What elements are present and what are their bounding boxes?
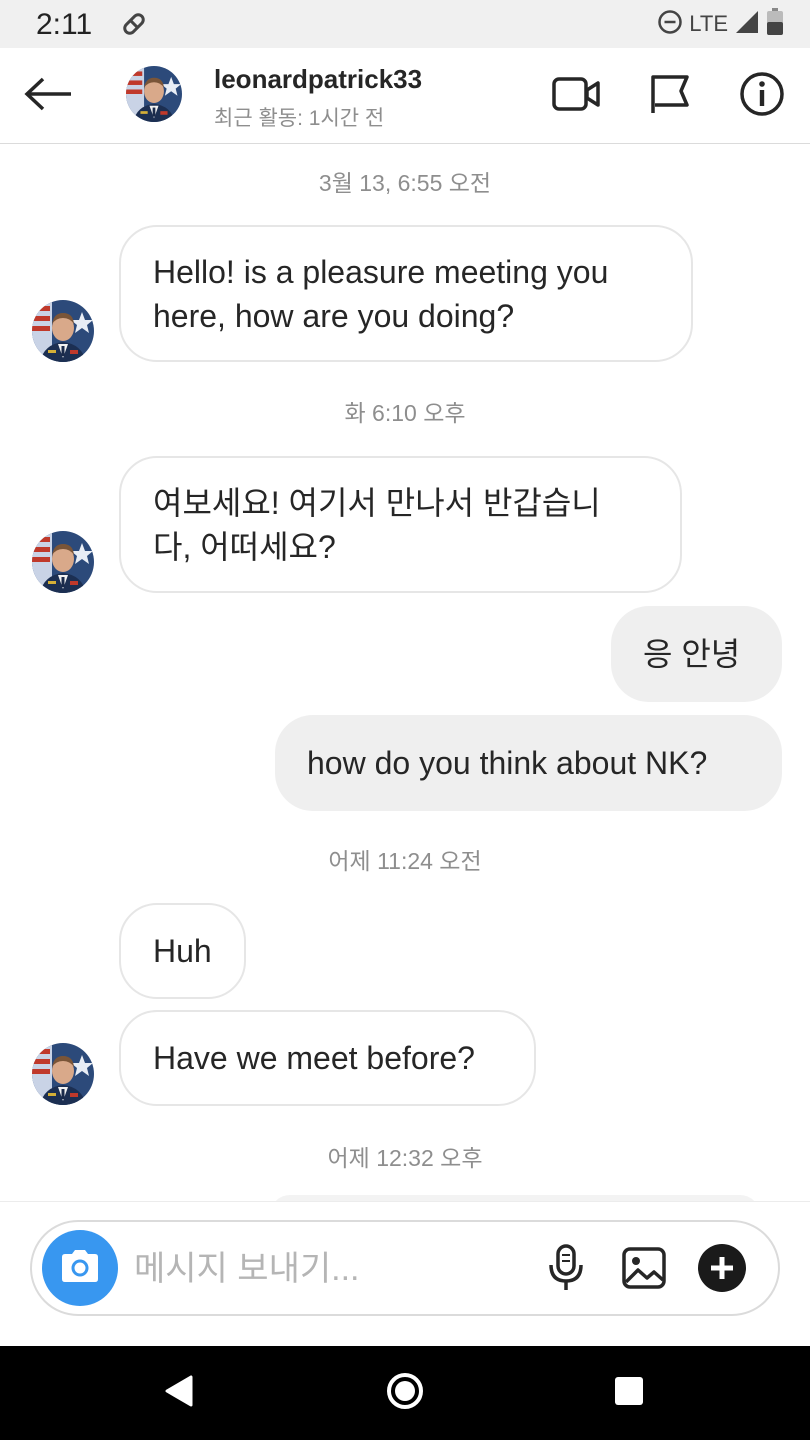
message-line: 여보세요! 여기서 만나서 반갑습니 [153,484,601,521]
nav-recents-button[interactable] [604,1368,654,1418]
message-input[interactable] [134,1244,534,1294]
link-icon [120,10,148,38]
triangle-back-icon [163,1374,195,1413]
sender-avatar[interactable] [32,300,94,362]
composer-bar [0,1201,810,1346]
timestamp: 어제 12:32 오후 [327,1145,483,1171]
message-text: Have we meet before? [153,1040,475,1076]
outgoing-message[interactable]: 응 안녕 [611,606,782,702]
message-line: here, how are you doing? [153,297,515,334]
message-text: how do you think about NK? [307,745,708,781]
do-not-disturb-icon [657,9,683,40]
info-icon [739,71,785,122]
outgoing-message[interactable]: how do you think about NK? [275,715,782,811]
system-navigation-bar [0,1346,810,1440]
battery-icon [766,7,784,41]
back-button[interactable] [18,72,78,120]
voice-message-button[interactable] [538,1242,594,1298]
report-button[interactable] [643,72,695,120]
flag-icon [647,73,691,120]
timestamp: 화 6:10 오후 [344,400,466,426]
video-camera-icon [551,74,601,119]
status-indicators: LTE [657,7,784,41]
arrow-left-icon [23,76,73,117]
camera-icon [58,1248,102,1289]
contact-avatar[interactable] [126,66,182,122]
message-thread[interactable]: 3월 13, 6:55 오전 Hello! is a pleasure meet… [0,145,810,1201]
incoming-message[interactable]: Hello! is a pleasure meeting you here, h… [119,225,693,362]
incoming-message[interactable]: Have we meet before? [119,1010,536,1106]
status-bar: 2:11 LTE [0,0,810,48]
gallery-button[interactable] [616,1242,672,1298]
video-call-button[interactable] [550,72,602,120]
microphone-icon [546,1243,586,1298]
image-icon [621,1246,667,1295]
message-line: 다, 어떠세요? [153,528,336,565]
network-type: LTE [689,11,728,36]
status-time: 2:11 [36,8,93,41]
incoming-message[interactable]: Huh [119,903,246,999]
timestamp: 3월 13, 6:55 오전 [318,170,492,196]
sender-avatar[interactable] [32,531,94,593]
message-text: 응 안녕 [643,636,741,672]
chat-header: leonardpatrick33 최근 활동: 1시간 전 [0,48,810,144]
signal-icon [734,9,760,40]
plus-circle-icon [697,1243,747,1298]
last-active-status: 최근 활동: 1시간 전 [214,107,385,130]
sender-avatar[interactable] [32,1043,94,1105]
more-options-button[interactable] [694,1242,750,1298]
message-text: Huh [153,933,212,969]
contact-username[interactable]: leonardpatrick33 [214,64,422,95]
timestamp: 어제 11:24 오전 [328,848,482,874]
square-recents-icon [613,1375,645,1412]
incoming-message[interactable]: 여보세요! 여기서 만나서 반갑습니 다, 어떠세요? [119,456,682,593]
circle-home-icon [385,1371,425,1416]
camera-button[interactable] [42,1230,118,1306]
message-line: Hello! is a pleasure meeting you [153,253,609,290]
nav-home-button[interactable] [380,1368,430,1418]
message-composer [30,1220,780,1316]
nav-back-button[interactable] [154,1368,204,1418]
info-button[interactable] [736,71,788,122]
